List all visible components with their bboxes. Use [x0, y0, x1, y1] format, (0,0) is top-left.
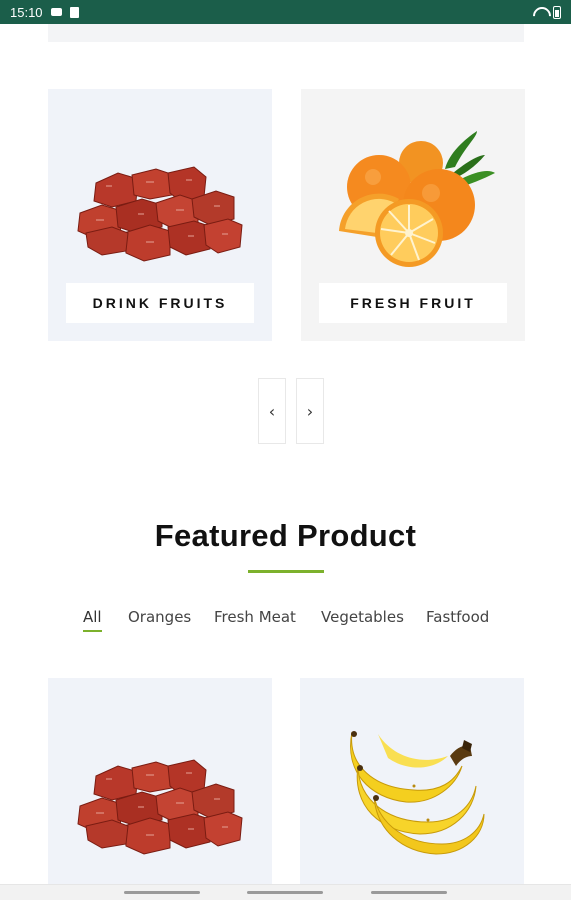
status-left: 15:10	[10, 5, 79, 20]
video-camera-icon	[50, 8, 62, 16]
title-underline	[248, 570, 324, 573]
oranges-image	[339, 131, 495, 267]
carousel-next-button[interactable]: ›	[296, 378, 324, 444]
meat-cubes-image	[77, 166, 243, 262]
section-title: Featured Product	[154, 518, 417, 553]
category-label[interactable]: DRINK FRUITS	[66, 283, 254, 323]
status-right	[533, 5, 561, 19]
battery-icon	[553, 5, 561, 19]
status-bar: 15:10	[0, 0, 571, 24]
bananas-image	[350, 731, 485, 855]
product-filter-tabs: All Oranges Fresh Meat Vegetables Fastfo…	[0, 608, 571, 634]
tab-fastfood[interactable]: Fastfood	[426, 608, 489, 626]
category-card-fresh-fruit[interactable]: FRESH FRUIT	[301, 89, 525, 341]
category-label[interactable]: FRESH FRUIT	[319, 283, 507, 323]
tab-vegetables[interactable]: Vegetables	[321, 608, 404, 626]
previous-section-strip	[48, 24, 524, 42]
meat-cubes-image	[77, 759, 243, 855]
product-card-meat[interactable]	[48, 678, 272, 884]
clipboard-icon	[69, 6, 79, 18]
product-card-bananas[interactable]	[300, 678, 524, 884]
nav-handle-right[interactable]	[371, 891, 447, 894]
status-time: 15:10	[10, 4, 43, 20]
category-card-drink-fruits[interactable]: DRINK FRUITS	[48, 89, 272, 341]
chevron-right-icon: ›	[306, 401, 314, 421]
tab-fresh-meat[interactable]: Fresh Meat	[214, 608, 296, 626]
chevron-left-icon: ‹	[268, 401, 276, 421]
tab-oranges[interactable]: Oranges	[128, 608, 191, 626]
nav-handle-left[interactable]	[124, 891, 200, 894]
carousel-prev-button[interactable]: ‹	[258, 378, 286, 444]
tab-all[interactable]: All	[83, 608, 102, 632]
nav-handle-center[interactable]	[247, 891, 323, 894]
wifi-icon	[533, 7, 547, 17]
